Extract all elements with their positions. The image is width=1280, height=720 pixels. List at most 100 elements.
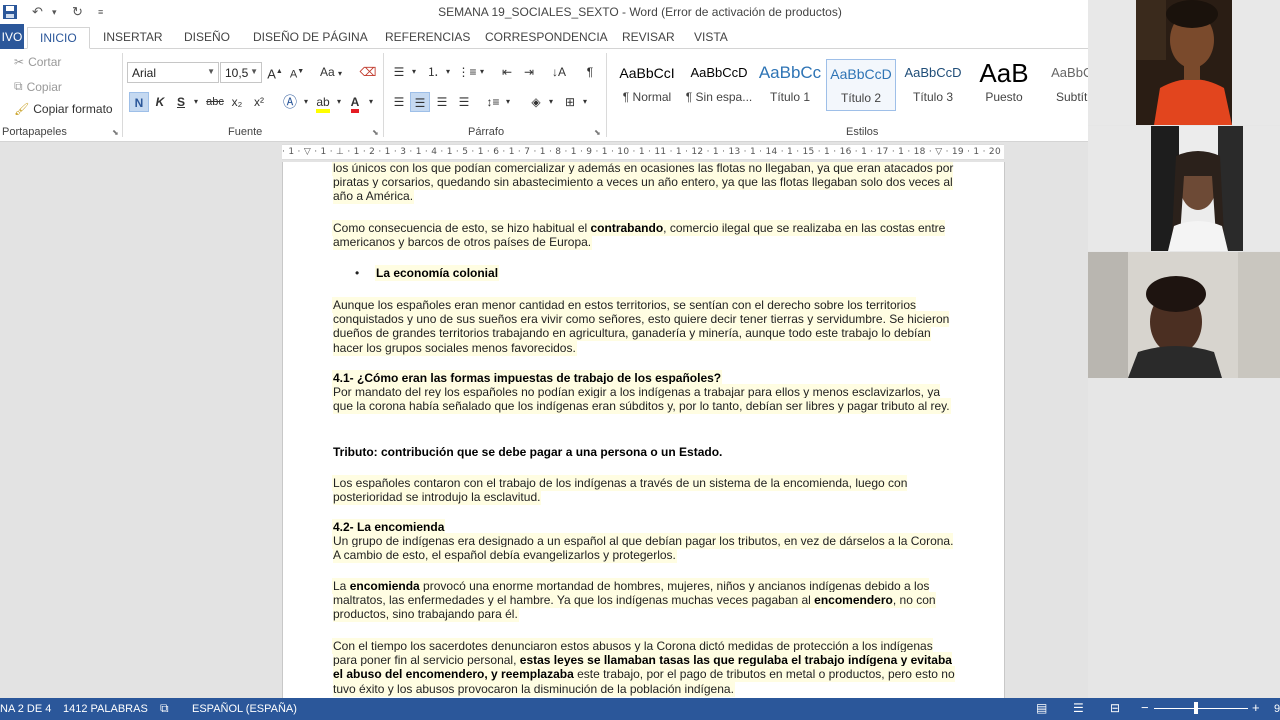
- chevron-down-icon[interactable]: ▾: [477, 62, 487, 82]
- increase-indent-icon[interactable]: ⇥: [519, 62, 539, 82]
- paragraph: Un grupo de indígenas era designado a un…: [333, 534, 954, 563]
- superscript-button[interactable]: x²: [250, 92, 268, 112]
- font-size-select[interactable]: 10,5 ▼: [220, 62, 262, 83]
- show-formatting-icon[interactable]: ¶: [580, 62, 600, 82]
- change-case-button[interactable]: Aa ▾: [316, 62, 346, 82]
- clear-formatting-icon[interactable]: ⌫: [358, 62, 378, 82]
- style-puesto[interactable]: AaB Puesto: [969, 59, 1039, 111]
- clipboard-launcher-icon[interactable]: ⬊: [112, 128, 119, 137]
- line-spacing-icon[interactable]: ↕≡: [483, 92, 503, 112]
- tab-correspondencia[interactable]: CORRESPONDENCIA: [485, 27, 608, 49]
- copy-icon: ⧉: [14, 79, 23, 93]
- paragraph-launcher-icon[interactable]: ⬊: [594, 128, 601, 137]
- style-subtitulo[interactable]: AaBbCc Subtítu: [1040, 59, 1088, 111]
- font-family-select[interactable]: Arial ▼: [127, 62, 219, 83]
- group-label-clipboard: Portapapeles: [2, 126, 67, 138]
- cut-label: Cortar: [28, 55, 62, 69]
- tab-vista[interactable]: VISTA: [694, 27, 728, 49]
- scissors-icon: ✂: [14, 55, 25, 69]
- chevron-down-icon[interactable]: ▾: [580, 92, 590, 112]
- tab-insertar[interactable]: INSERTAR: [103, 27, 163, 49]
- chevron-down-icon[interactable]: ▾: [191, 92, 201, 112]
- style-normal[interactable]: AaBbCcI ¶ Normal: [612, 59, 682, 111]
- participant-3-image: [1088, 252, 1280, 378]
- numbering-icon[interactable]: ⒈: [423, 62, 443, 82]
- format-painter-button[interactable]: 🖌 Copiar formato: [14, 102, 113, 116]
- sort-icon[interactable]: ↓A: [549, 62, 569, 82]
- style-titulo-1[interactable]: AaBbCc Título 1: [755, 59, 825, 111]
- borders-icon[interactable]: ⊞: [560, 92, 580, 112]
- chevron-down-icon[interactable]: ▾: [503, 92, 513, 112]
- align-right-icon[interactable]: ☰: [432, 92, 452, 112]
- font-launcher-icon[interactable]: ⬊: [372, 128, 379, 137]
- align-left-icon[interactable]: ☰: [389, 92, 409, 112]
- cut-button[interactable]: ✂ Cortar: [14, 55, 61, 69]
- participant-1-image: [1136, 0, 1232, 125]
- print-layout-icon[interactable]: ☰: [1073, 701, 1084, 715]
- word-window: ↶ ▾ ↻ ≡ SEMANA 19_SOCIALES_SEXTO - Word …: [0, 0, 1088, 720]
- strikethrough-button[interactable]: abc: [204, 92, 226, 112]
- text-effects-icon[interactable]: Ⓐ: [280, 92, 300, 112]
- multilevel-list-icon[interactable]: ⋮≡: [457, 62, 477, 82]
- web-layout-icon[interactable]: ⊟: [1110, 701, 1120, 715]
- paragraph: Con el tiempo los sacerdotes denunciaron…: [333, 639, 955, 696]
- shading-icon[interactable]: ◈: [526, 92, 546, 112]
- paragraph: La encomienda provocó una enorme mortand…: [333, 579, 936, 622]
- shrink-font-button[interactable]: A▼: [288, 62, 306, 82]
- word-count[interactable]: 1412 PALABRAS: [63, 703, 148, 715]
- underline-button[interactable]: S: [172, 92, 190, 112]
- tab-diseno[interactable]: DISEÑO: [184, 27, 230, 49]
- highlighter-icon[interactable]: ab: [313, 92, 333, 113]
- zoom-slider-thumb[interactable]: [1194, 702, 1198, 714]
- chevron-down-icon[interactable]: ▾: [366, 92, 376, 112]
- tab-diseno-de-pagina[interactable]: DISEÑO DE PÁGINA: [253, 27, 368, 49]
- align-center-icon[interactable]: ☰: [410, 92, 430, 112]
- copy-button[interactable]: ⧉ Copiar: [14, 79, 62, 94]
- bold-button[interactable]: N: [129, 92, 149, 112]
- group-label-font: Fuente: [228, 126, 263, 138]
- video-call-panel: [1088, 0, 1280, 720]
- decrease-indent-icon[interactable]: ⇤: [497, 62, 517, 82]
- participant-video[interactable]: [1088, 126, 1280, 251]
- chevron-down-icon[interactable]: ▾: [301, 92, 311, 112]
- justify-icon[interactable]: ☰: [454, 92, 474, 112]
- font-color-icon[interactable]: A: [346, 92, 364, 113]
- style-sin-espaciado[interactable]: AaBbCcD ¶ Sin espa...: [684, 59, 754, 111]
- language-indicator[interactable]: ESPAÑOL (ESPAÑA): [192, 703, 297, 715]
- paragraph: Como consecuencia de esto, se hizo habit…: [333, 221, 946, 250]
- tab-inicio[interactable]: INICIO: [27, 27, 90, 49]
- styles-gallery: AaBbCcI ¶ Normal AaBbCcD ¶ Sin espa... A…: [612, 53, 1088, 117]
- chevron-down-icon[interactable]: ▾: [443, 62, 453, 82]
- font-size-value: 10,5: [225, 66, 249, 80]
- bullets-icon[interactable]: ☰: [389, 62, 409, 82]
- document-page[interactable]: los únicos con los que podían comerciali…: [282, 162, 1005, 702]
- group-label-styles: Estilos: [846, 126, 879, 138]
- horizontal-ruler[interactable]: · 1 · ▽ · 1 · ⊥ · 1 · 2 · 1 · 3 · 1 · 4 …: [282, 144, 1004, 160]
- participant-video[interactable]: [1088, 0, 1280, 125]
- style-titulo-3[interactable]: AaBbCcD Título 3: [898, 59, 968, 111]
- divider: [383, 53, 384, 137]
- title-bar: ↶ ▾ ↻ ≡ SEMANA 19_SOCIALES_SEXTO - Word …: [0, 0, 1088, 24]
- zoom-slider[interactable]: [1154, 708, 1248, 709]
- font-family-value: Arial: [132, 66, 157, 80]
- page-count[interactable]: NA 2 DE 4: [0, 703, 51, 715]
- zoom-level[interactable]: 9: [1274, 703, 1280, 715]
- proofing-icon[interactable]: ⧉: [160, 701, 169, 716]
- tab-referencias[interactable]: REFERENCIAS: [385, 27, 470, 49]
- zoom-in-icon[interactable]: +: [1252, 700, 1260, 715]
- chevron-down-icon[interactable]: ▾: [546, 92, 556, 112]
- style-titulo-2[interactable]: AaBbCcD Título 2: [826, 59, 896, 111]
- chevron-down-icon[interactable]: ▾: [409, 62, 419, 82]
- italic-button[interactable]: K: [151, 92, 169, 112]
- participant-video[interactable]: [1088, 252, 1280, 378]
- paragraph: Los españoles contaron con el trabajo de…: [333, 476, 908, 505]
- subscript-button[interactable]: x₂: [228, 92, 246, 112]
- read-mode-icon[interactable]: ▤: [1036, 701, 1047, 715]
- definition: Tributo: contribución que se debe pagar …: [333, 445, 723, 459]
- tab-revisar[interactable]: REVISAR: [622, 27, 675, 49]
- tab-file[interactable]: IVO: [0, 24, 24, 49]
- grow-font-button[interactable]: A▲: [266, 62, 284, 82]
- ribbon-tabs: IVO INICIO INSERTAR DISEÑO DISEÑO DE PÁG…: [0, 24, 1088, 49]
- chevron-down-icon[interactable]: ▾: [334, 92, 344, 112]
- zoom-out-icon[interactable]: −: [1141, 700, 1149, 715]
